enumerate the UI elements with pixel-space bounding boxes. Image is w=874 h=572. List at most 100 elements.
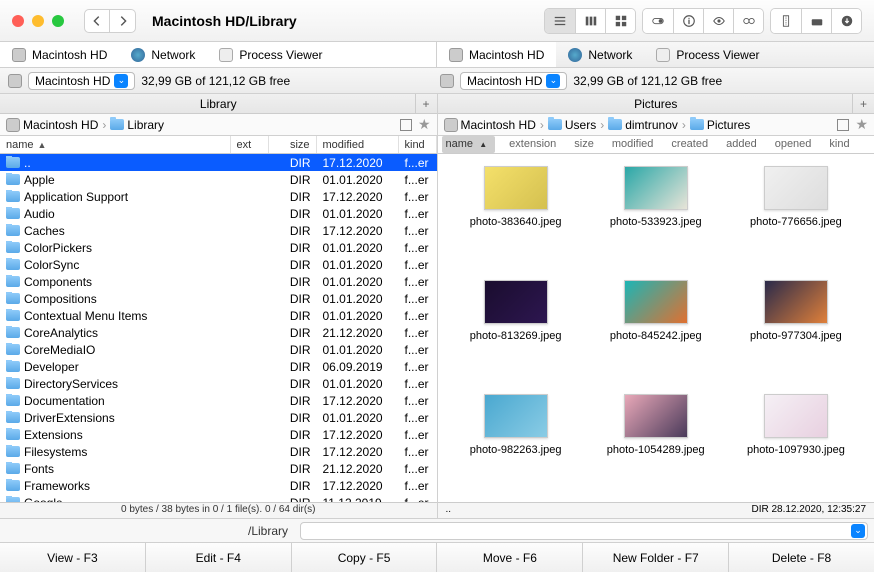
compress-button[interactable] — [771, 9, 801, 33]
add-tab-button[interactable]: + — [415, 94, 437, 113]
drive-selector-right[interactable]: Macintosh HD ⌄ — [460, 72, 567, 90]
file-list-left[interactable]: ..DIR17.12.2020f...erAppleDIR01.01.2020f… — [0, 154, 437, 502]
bottom-button[interactable]: Delete - F8 — [729, 543, 874, 572]
bottom-button[interactable]: Copy - F5 — [292, 543, 438, 572]
file-row[interactable]: AudioDIR01.01.2020f...er — [0, 205, 437, 222]
drive-selector-left[interactable]: Macintosh HD ⌄ — [28, 72, 135, 90]
crumb-hd[interactable]: Macintosh HD — [444, 118, 536, 132]
thumbnail-item[interactable]: photo-533923.jpeg — [590, 166, 722, 262]
file-row[interactable]: ComponentsDIR01.01.2020f...er — [0, 273, 437, 290]
pane-flag[interactable] — [837, 119, 849, 131]
file-name: Fonts — [24, 462, 54, 476]
file-row[interactable]: FrameworksDIR17.12.2020f...er — [0, 477, 437, 494]
download-button[interactable] — [831, 9, 861, 33]
thumbnail-item[interactable]: photo-383640.jpeg — [450, 166, 582, 262]
folder-icon — [6, 327, 20, 338]
minimize-button[interactable] — [32, 15, 44, 27]
file-row[interactable]: FontsDIR21.12.2020f...er — [0, 460, 437, 477]
app-tab[interactable]: Network — [119, 42, 207, 67]
column-headers-left[interactable]: name▲ ext size modified kind — [0, 136, 437, 154]
status-line-right: .. DIR 28.12.2020, 12:35:27 — [438, 502, 874, 518]
file-row[interactable]: DocumentationDIR17.12.2020f...er — [0, 392, 437, 409]
forward-button[interactable] — [110, 9, 136, 33]
file-row[interactable]: FilesystemsDIR17.12.2020f...er — [0, 443, 437, 460]
file-row[interactable]: DriverExtensionsDIR01.01.2020f...er — [0, 409, 437, 426]
toggle-hidden-button[interactable] — [643, 9, 673, 33]
list-view-button[interactable] — [545, 9, 575, 33]
bottom-button[interactable]: View - F3 — [0, 543, 146, 572]
file-name: ColorPickers — [24, 241, 92, 255]
file-row[interactable]: DirectoryServicesDIR01.01.2020f...er — [0, 375, 437, 392]
file-row[interactable]: ExtensionsDIR17.12.2020f...er — [0, 426, 437, 443]
bottom-button[interactable]: Edit - F4 — [146, 543, 292, 572]
crumb-library[interactable]: Library — [110, 118, 164, 132]
tab-macintosh-hd[interactable]: Macintosh HDNetworkProcess Viewer — [0, 42, 437, 67]
thumbnail-item[interactable]: photo-982263.jpeg — [450, 394, 582, 490]
app-tab[interactable]: Macintosh HD — [0, 42, 119, 67]
file-row[interactable]: CompositionsDIR01.01.2020f...er — [0, 290, 437, 307]
file-row[interactable]: GoogleDIR11.12.2019f...er — [0, 494, 437, 502]
file-row[interactable]: DeveloperDIR06.09.2019f...er — [0, 358, 437, 375]
file-row[interactable]: ..DIR17.12.2020f...er — [0, 154, 437, 171]
folder-icon — [6, 361, 20, 372]
thumbnail-item[interactable]: photo-776656.jpeg — [730, 166, 862, 262]
crumb-user[interactable]: dimtrunov — [608, 118, 678, 132]
columns-view-button[interactable] — [575, 9, 605, 33]
file-name: Compositions — [24, 292, 97, 306]
col-header[interactable]: name ▲ — [442, 136, 496, 153]
favorite-star-icon[interactable]: ★ — [418, 116, 431, 133]
col-header[interactable]: size — [570, 136, 598, 153]
thumbnail-item[interactable]: photo-1054289.jpeg — [590, 394, 722, 490]
file-row[interactable]: Application SupportDIR17.12.2020f...er — [0, 188, 437, 205]
file-row[interactable]: CoreMediaIODIR01.01.2020f...er — [0, 341, 437, 358]
column-headers-right[interactable]: name ▲ extension size modified created addedo… — [438, 136, 874, 154]
col-header[interactable]: added — [722, 136, 761, 153]
add-tab-button[interactable]: + — [852, 94, 874, 113]
share-button[interactable] — [801, 9, 831, 33]
chevron-down-icon[interactable]: ⌄ — [851, 524, 865, 538]
file-row[interactable]: CachesDIR17.12.2020f...er — [0, 222, 437, 239]
maximize-button[interactable] — [52, 15, 64, 27]
app-tab[interactable]: Process Viewer — [207, 42, 334, 67]
app-tab[interactable]: Network — [556, 42, 644, 67]
crumb-users[interactable]: Users — [548, 118, 596, 132]
file-name: Apple — [24, 173, 55, 187]
file-row[interactable]: ColorPickersDIR01.01.2020f...er — [0, 239, 437, 256]
status-line-left: 0 bytes / 38 bytes in 0 / 1 file(s). 0 /… — [0, 502, 437, 518]
thumbnail-item[interactable]: photo-845242.jpeg — [590, 280, 722, 376]
crumb-pictures[interactable]: Pictures — [690, 118, 750, 132]
col-header[interactable]: opened — [771, 136, 816, 153]
bottom-button[interactable]: Move - F6 — [437, 543, 583, 572]
thumbnail-item[interactable]: photo-813269.jpeg — [450, 280, 582, 376]
col-header[interactable]: kind — [825, 136, 853, 153]
info-button[interactable] — [673, 9, 703, 33]
col-header[interactable]: modified — [608, 136, 658, 153]
file-name: Audio — [24, 207, 55, 221]
col-header[interactable]: created — [667, 136, 712, 153]
icon-grid-right[interactable]: photo-383640.jpegphoto-533923.jpegphoto-… — [438, 154, 874, 502]
file-row[interactable]: Contextual Menu ItemsDIR01.01.2020f...er — [0, 307, 437, 324]
app-tab[interactable]: Macintosh HD — [437, 42, 556, 67]
quicklook-button[interactable] — [703, 9, 733, 33]
thumbnail-item[interactable]: photo-977304.jpeg — [730, 280, 862, 376]
file-row[interactable]: ColorSyncDIR01.01.2020f...er — [0, 256, 437, 273]
favorite-star-icon[interactable]: ★ — [855, 116, 868, 133]
search-button[interactable] — [733, 9, 763, 33]
pane-flag[interactable] — [400, 119, 412, 131]
file-row[interactable]: AppleDIR01.01.2020f...er — [0, 171, 437, 188]
location-bar: Macintosh HD ⌄ 32,99 GB of 121,12 GB fre… — [0, 68, 874, 94]
thumbnail-name: photo-982263.jpeg — [470, 444, 562, 457]
close-button[interactable] — [12, 15, 24, 27]
grid-view-button[interactable] — [605, 9, 635, 33]
tab-macintosh-hd-right[interactable]: Macintosh HDNetworkProcess Viewer — [437, 42, 874, 67]
path-input[interactable]: ⌄ — [300, 522, 868, 540]
file-row[interactable]: CoreAnalyticsDIR21.12.2020f...er — [0, 324, 437, 341]
app-tab[interactable]: Process Viewer — [644, 42, 771, 67]
back-button[interactable] — [84, 9, 110, 33]
thumbnail-item[interactable]: photo-1097930.jpeg — [730, 394, 862, 490]
col-header[interactable]: extension — [505, 136, 560, 153]
crumb-hd[interactable]: Macintosh HD — [6, 118, 98, 132]
hd-icon — [12, 48, 26, 62]
bottom-button[interactable]: New Folder - F7 — [583, 543, 729, 572]
pane-header-left: Library + — [0, 94, 437, 114]
